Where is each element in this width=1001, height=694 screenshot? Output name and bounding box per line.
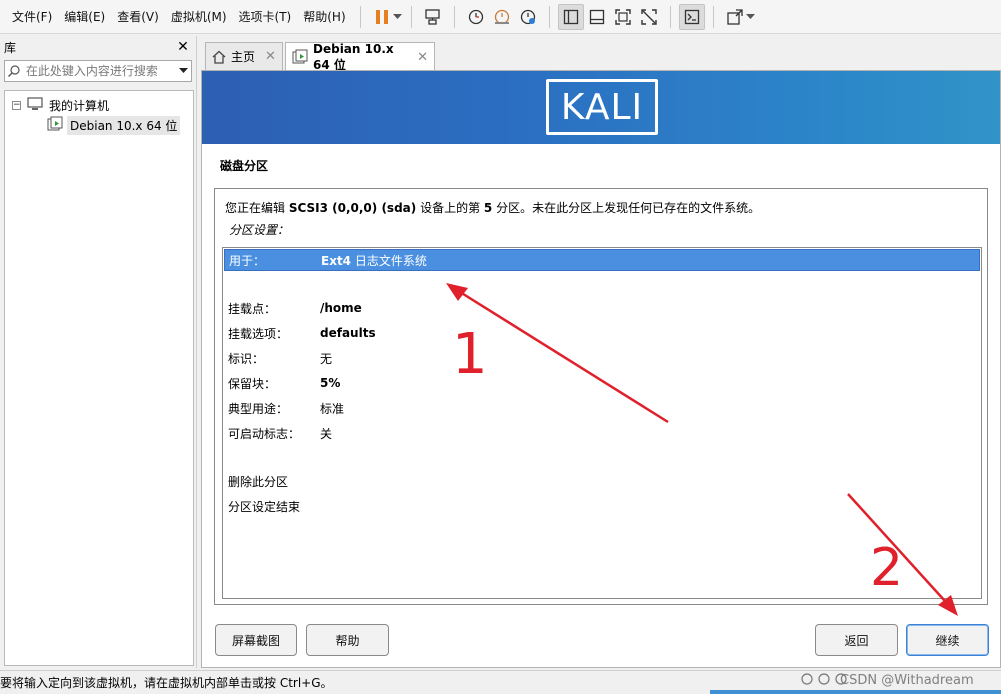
stretch-icon[interactable] [722,4,748,30]
menu-file[interactable]: 文件(F) [6,6,58,28]
close-icon[interactable]: ✕ [176,39,190,55]
library-header: 库 ✕ [0,36,196,58]
settings-label: 分区设置： [229,223,290,237]
page-title: 磁盘分区 [220,159,269,173]
continue-button[interactable]: 继续 [906,624,989,656]
option-mount-point[interactable]: 挂载点： /home [224,297,980,319]
library-title: 库 [4,40,17,55]
toolbar-separator [548,5,550,28]
partition-settings-list: 用于： Ext4 日志文件系统 挂载点： /home 挂载选项： default… [222,247,982,599]
installer-frame: 您正在编辑 SCSI3 (0,0,0) (sda) 设备上的第 5 分区。未在此… [214,188,988,605]
tree-item-label: Debian 10.x 64 位 [67,115,181,135]
option-bootable-flag[interactable]: 可启动标志： 关 [224,422,980,444]
kali-banner: KALI [202,71,1000,144]
tree-item-debian-vm[interactable]: Debian 10.x 64 位 [5,115,193,135]
tree-item-label: 我的计算机 [49,98,110,113]
send-ctrl-alt-del-icon[interactable] [420,4,446,30]
toolbar-separator [712,5,714,28]
snapshot-restore-icon[interactable] [489,4,515,30]
status-bar: 要将输入定向到该虚拟机，请在虚拟机内部单击或按 Ctrl+G。 CSDN @Wi… [0,670,1001,694]
toolbar-separator [453,5,455,28]
vm-screen[interactable]: KALI 磁盘分区 您正在编辑 SCSI3 (0,0,0) (sda) 设备上的… [201,70,1001,668]
thumbnail-view-icon[interactable] [584,4,610,30]
tab-label: 主页 [231,50,256,64]
computer-icon [27,96,43,114]
snapshot-icon[interactable] [463,4,489,30]
back-button[interactable]: 返回 [815,624,898,656]
library-search-input[interactable] [23,64,176,78]
kali-logo: KALI [546,79,658,135]
menu-edit[interactable]: 编辑(E) [58,6,111,28]
unity-icon[interactable] [636,4,662,30]
menu-tabs[interactable]: 选项卡(T) [233,6,298,28]
chevron-down-icon[interactable] [746,4,756,30]
vm-icon [292,49,308,65]
screenshot-button[interactable]: 屏幕截图 [215,624,297,656]
library-panel: 库 ✕ − 我的计算机 Debian 10.x 64 位 [0,36,197,668]
option-typical-usage[interactable]: 典型用途： 标准 [224,397,980,419]
menu-view[interactable]: 查看(V) [111,6,165,28]
status-text: 要将输入定向到该虚拟机，请在虚拟机内部单击或按 Ctrl+G。 [0,676,333,690]
library-search [4,60,192,82]
close-icon[interactable]: ✕ [265,49,276,64]
option-mount-options[interactable]: 挂载选项： defaults [224,322,980,344]
menu-vm[interactable]: 虚拟机(M) [165,6,233,28]
menu-bar: 文件(F) 编辑(E) 查看(V) 虚拟机(M) 选项卡(T) 帮助(H) [0,0,1001,34]
home-icon [212,50,226,64]
pause-icon[interactable] [369,4,395,30]
option-use-as[interactable]: 用于： Ext4 日志文件系统 [224,249,980,271]
menu-help[interactable]: 帮助(H) [297,6,351,28]
toolbar-separator [410,5,412,28]
partition-description: 您正在编辑 SCSI3 (0,0,0) (sda) 设备上的第 5 分区。未在此… [225,201,761,215]
chevron-down-icon[interactable] [393,4,403,30]
tab-label: Debian 10.x 64 位 [313,41,394,72]
tab-bar: 主页 ✕ Debian 10.x 64 位 ✕ [201,40,1001,72]
network-icon [800,672,814,689]
status-strip [710,690,1001,694]
help-button[interactable]: 帮助 [306,624,389,656]
usb-icon [817,672,831,689]
tree-item-my-computer[interactable]: − 我的计算机 [5,95,193,115]
option-reserved-blocks[interactable]: 保留块： 5% [224,372,980,394]
fullscreen-icon[interactable] [610,4,636,30]
search-icon [5,64,24,78]
vm-icon [47,116,63,135]
collapse-icon[interactable]: − [12,100,21,110]
toolbar-separator [669,5,671,28]
library-view-icon[interactable] [557,3,584,30]
watermark: CSDN @Withadream [840,673,974,688]
tab-debian[interactable]: Debian 10.x 64 位 ✕ [285,41,435,72]
toolbar-separator [359,5,361,28]
console-icon[interactable] [678,3,705,30]
option-done-setting-up[interactable]: 分区设定结束 [224,495,980,517]
option-label[interactable]: 标识： 无 [224,347,980,369]
snapshot-manager-icon[interactable] [515,4,541,30]
chevron-down-icon[interactable] [176,68,191,74]
close-icon[interactable]: ✕ [417,50,428,65]
tab-home[interactable]: 主页 ✕ [205,42,283,70]
option-delete-partition[interactable]: 删除此分区 [224,470,980,492]
library-tree: − 我的计算机 Debian 10.x 64 位 [4,90,194,666]
